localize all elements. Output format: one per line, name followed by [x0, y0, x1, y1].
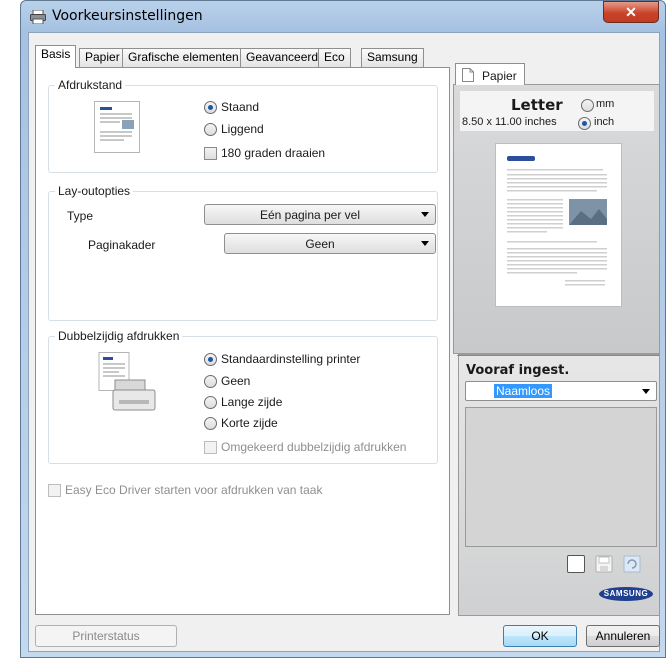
unit-mm-radio[interactable] [581, 99, 594, 112]
samsung-logo: SAMSUNG [599, 587, 653, 601]
presets-divider [457, 355, 659, 356]
duplex-none-radio[interactable] [204, 375, 217, 388]
presets-list[interactable] [465, 407, 657, 547]
page-border-select-value: Geen [305, 237, 335, 251]
duplex-short-edge-radio[interactable] [204, 417, 217, 430]
duplex-printer-default-label[interactable]: Standaardinstelling printer [221, 352, 360, 366]
paper-preview-thumbnail [495, 143, 622, 310]
tab-basis[interactable]: Basis [35, 45, 77, 68]
duplex-legend: Dubbelzijdig afdrukken [55, 329, 183, 343]
unit-mm-label[interactable]: mm [596, 98, 614, 110]
presets-select-value: Naamloos [494, 384, 553, 398]
save-preset-icon[interactable] [595, 555, 613, 573]
layout-legend: Lay-outopties [55, 184, 134, 198]
duplex-printer-icon [95, 352, 157, 415]
unit-inch-label[interactable]: inch [594, 116, 614, 128]
printer-status-button[interactable]: Printerstatus [35, 625, 177, 647]
tab-grafische-elementen[interactable]: Grafische elementen [122, 48, 245, 67]
new-preset-icon[interactable] [567, 555, 585, 573]
reverse-duplex-label[interactable]: Omgekeerd dubbelzijdig afdrukken [221, 440, 406, 454]
tab-samsung[interactable]: Samsung [361, 48, 424, 67]
staand-label[interactable]: Staand [221, 100, 259, 114]
ok-button[interactable]: OK [503, 625, 577, 647]
tab-preview-papier[interactable]: Papier [455, 63, 525, 85]
page-border-select[interactable]: Geen [224, 233, 436, 254]
duplex-long-edge-label[interactable]: Lange zijde [221, 395, 282, 409]
close-button[interactable]: ✕ [603, 1, 659, 23]
staand-radio[interactable] [204, 101, 217, 114]
duplex-none-label[interactable]: Geen [221, 374, 250, 388]
chevron-down-icon [421, 241, 429, 246]
duplex-short-edge-label[interactable]: Korte zijde [221, 416, 278, 430]
duplex-long-edge-radio[interactable] [204, 396, 217, 409]
page-border-label: Paginakader [88, 238, 156, 252]
reverse-duplex-checkbox[interactable] [204, 441, 217, 454]
tab-geavanceerd[interactable]: Geavanceerd [240, 48, 325, 67]
unit-inch-radio[interactable] [578, 117, 591, 130]
preview-tab-label: Papier [482, 69, 517, 83]
duplex-printer-default-radio[interactable] [204, 353, 217, 366]
portrait-page-icon [94, 101, 140, 156]
page-icon [462, 68, 474, 85]
delete-preset-icon[interactable] [623, 555, 641, 573]
type-label: Type [67, 209, 94, 223]
cancel-button[interactable]: Annuleren [586, 625, 660, 647]
printer-icon [30, 9, 46, 25]
rotate-180-checkbox[interactable] [204, 147, 217, 160]
eco-driver-label[interactable]: Easy Eco Driver starten voor afdrukken v… [65, 483, 322, 497]
chevron-down-icon [642, 389, 650, 394]
paper-name: Letter [511, 96, 563, 114]
presets-label: Vooraf ingest. [466, 363, 570, 378]
tab-eco[interactable]: Eco [318, 48, 351, 67]
presets-panel: Vooraf ingest. Naamloos SAMSUNG [457, 354, 660, 616]
type-select-value: Eén pagina per vel [259, 208, 361, 222]
tab-papier[interactable]: Papier [79, 48, 126, 67]
eco-driver-checkbox[interactable] [48, 484, 61, 497]
liggend-label[interactable]: Liggend [221, 122, 264, 136]
paper-size: 8.50 x 11.00 inches [462, 116, 557, 128]
rotate-180-label[interactable]: 180 graden draaien [221, 146, 325, 160]
chevron-down-icon [421, 212, 429, 217]
liggend-radio[interactable] [204, 123, 217, 136]
type-select[interactable]: Eén pagina per vel [204, 204, 436, 225]
paper-preview-panel: Letter 8.50 x 11.00 inches mm inch [453, 84, 660, 354]
window-title: Voorkeursinstellingen [52, 8, 203, 24]
presets-select[interactable]: Naamloos [465, 381, 657, 401]
orientation-legend: Afdrukstand [55, 78, 126, 92]
